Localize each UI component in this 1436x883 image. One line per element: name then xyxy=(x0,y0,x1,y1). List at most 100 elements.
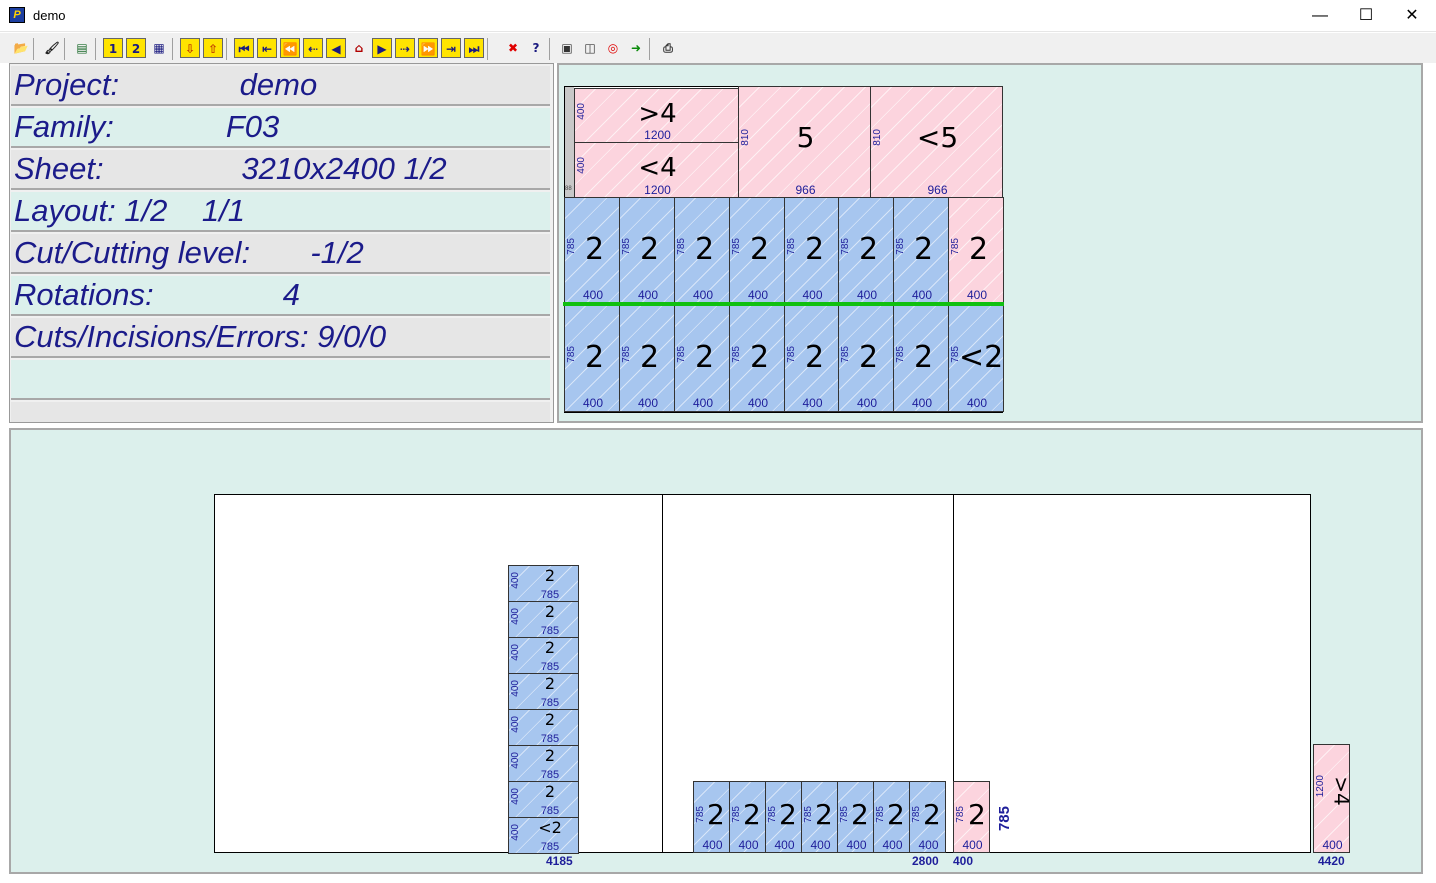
close-button[interactable]: ✕ xyxy=(1389,0,1435,31)
piece-height: 400 xyxy=(510,788,521,805)
piece[interactable]: 2 785 400 xyxy=(508,601,579,638)
piece[interactable]: 2 785 400 xyxy=(508,565,579,602)
piece[interactable]: 2 400 785 xyxy=(619,305,675,412)
empty-row xyxy=(11,360,550,400)
piece[interactable]: <2 400 785 xyxy=(948,305,1004,412)
piece-width: 785 xyxy=(540,841,560,853)
go-icon[interactable]: ➜ xyxy=(626,38,646,58)
report-icon[interactable]: ▦ xyxy=(149,38,169,58)
dimension-label: 400 xyxy=(953,854,974,868)
piece[interactable]: 2 400 785 xyxy=(893,197,949,304)
piece[interactable]: 2 400 785 xyxy=(729,197,785,304)
piece[interactable]: 2 400 785 xyxy=(948,197,1004,304)
piece-label: 2 xyxy=(779,798,797,831)
view-1-icon[interactable]: 1 xyxy=(103,38,123,58)
maximize-button[interactable]: ☐ xyxy=(1343,0,1389,31)
piece-label: 2 xyxy=(914,340,934,375)
piece-label: 2 xyxy=(695,232,715,267)
piece[interactable]: 2 400 785 xyxy=(674,305,730,412)
piece[interactable]: 2 400 785 xyxy=(693,781,730,853)
piece[interactable]: 2 400 785 xyxy=(564,197,620,304)
export-icon[interactable]: ⇧ xyxy=(203,38,223,58)
piece-height: 400 xyxy=(510,716,521,733)
piece[interactable]: <2 785 400 xyxy=(508,817,579,854)
home-icon[interactable]: ⌂ xyxy=(349,38,369,58)
piece-height: 785 xyxy=(676,346,687,363)
prev-cut-icon[interactable]: ⇤ xyxy=(257,38,277,58)
sheets-icon[interactable]: ◫ xyxy=(580,38,600,58)
piece[interactable]: 2 400 785 xyxy=(893,305,949,412)
cancel-icon[interactable]: ✖ xyxy=(503,38,523,58)
piece[interactable]: 2 400 785 xyxy=(801,781,838,853)
piece[interactable]: 2 400 785 xyxy=(909,781,946,853)
piece[interactable]: 2 400 785 xyxy=(674,197,730,304)
piece-height: 785 xyxy=(676,238,687,255)
open-folder-icon[interactable]: 📂 xyxy=(11,38,31,58)
piece-height: 785 xyxy=(695,806,706,823)
piece[interactable]: 2 785 400 xyxy=(508,709,579,746)
last-icon[interactable]: ⏭ xyxy=(464,38,484,58)
project-row: Project: demo xyxy=(11,66,550,106)
piece[interactable]: 2 785 400 xyxy=(508,745,579,782)
brush-icon[interactable]: 🖌 xyxy=(42,38,62,58)
piece[interactable]: 2 400 785 xyxy=(619,197,675,304)
help-icon[interactable]: ? xyxy=(526,38,546,58)
lifebuoy-icon[interactable]: ◎ xyxy=(603,38,623,58)
piece-label: 2 xyxy=(640,340,660,375)
step-back-icon[interactable]: ⇠ xyxy=(303,38,323,58)
piece[interactable]: <5 966 810 xyxy=(870,86,1003,198)
piece[interactable]: 2 400 785 xyxy=(838,197,894,304)
piece-width: 785 xyxy=(540,589,560,601)
piece-height: 400 xyxy=(510,752,521,769)
piece[interactable]: 2 785 400 xyxy=(508,673,579,710)
toolbar-separator xyxy=(172,38,173,60)
piece[interactable]: 2 400 785 xyxy=(873,781,910,853)
piece[interactable]: 2 400 785 xyxy=(953,781,990,853)
piece-width: 400 xyxy=(856,288,878,302)
piece[interactable]: 2 400 785 xyxy=(729,305,785,412)
edge-mark: 88 xyxy=(565,186,572,192)
list-icon[interactable]: ▤ xyxy=(72,38,92,58)
piece-height: 785 xyxy=(950,346,961,363)
piece-width: 785 xyxy=(540,733,560,745)
piece-label: 2 xyxy=(585,340,605,375)
piece-label: 2 xyxy=(851,798,869,831)
piece-height: 785 xyxy=(621,238,632,255)
import-icon[interactable]: ⇩ xyxy=(180,38,200,58)
piece[interactable]: 2 785 400 xyxy=(508,781,579,818)
piece[interactable]: 2 400 785 xyxy=(784,197,839,304)
piece-width: 400 xyxy=(966,396,988,410)
view-2-icon[interactable]: 2 xyxy=(126,38,146,58)
piece[interactable]: 2 400 785 xyxy=(784,305,839,412)
piece-width: 400 xyxy=(918,838,939,852)
family-row: Family: F03 xyxy=(11,108,550,148)
fast-forward-icon[interactable]: ⏩ xyxy=(418,38,438,58)
piece[interactable]: 2 400 785 xyxy=(838,305,894,412)
piece-height: 785 xyxy=(839,806,850,823)
rotations-row: Rotations: 4 xyxy=(11,276,550,316)
piece-label: >4 xyxy=(638,99,677,129)
piece[interactable]: >4 400 1200 xyxy=(1313,744,1350,853)
next-cut-icon[interactable]: ⇥ xyxy=(441,38,461,58)
piece-width: 400 xyxy=(846,838,867,852)
forward-icon[interactable]: ▶ xyxy=(372,38,392,58)
piece[interactable]: 2 400 785 xyxy=(765,781,802,853)
piece[interactable]: 5 966 810 xyxy=(738,86,871,198)
piece[interactable]: 2 785 400 xyxy=(508,637,579,674)
stack-icon[interactable]: ▣ xyxy=(557,38,577,58)
piece[interactable]: 2 400 785 xyxy=(837,781,874,853)
back-icon[interactable]: ◀ xyxy=(326,38,346,58)
print-icon[interactable]: ⎙ xyxy=(658,38,678,58)
step-forward-icon[interactable]: ⇢ xyxy=(395,38,415,58)
piece-width: 400 xyxy=(582,396,604,410)
piece[interactable]: 2 400 785 xyxy=(729,781,766,853)
first-icon[interactable]: ⏮ xyxy=(234,38,254,58)
piece-height: 785 xyxy=(911,806,922,823)
dimension-label: 2800 xyxy=(912,854,939,868)
fast-back-icon[interactable]: ⏪ xyxy=(280,38,300,58)
piece[interactable]: 2 400 785 xyxy=(564,305,620,412)
piece-width: 400 xyxy=(692,288,714,302)
minimize-button[interactable]: — xyxy=(1297,0,1343,31)
piece[interactable]: <4 1200 400 xyxy=(574,142,739,198)
piece[interactable]: >4 1200 400 xyxy=(574,88,739,143)
